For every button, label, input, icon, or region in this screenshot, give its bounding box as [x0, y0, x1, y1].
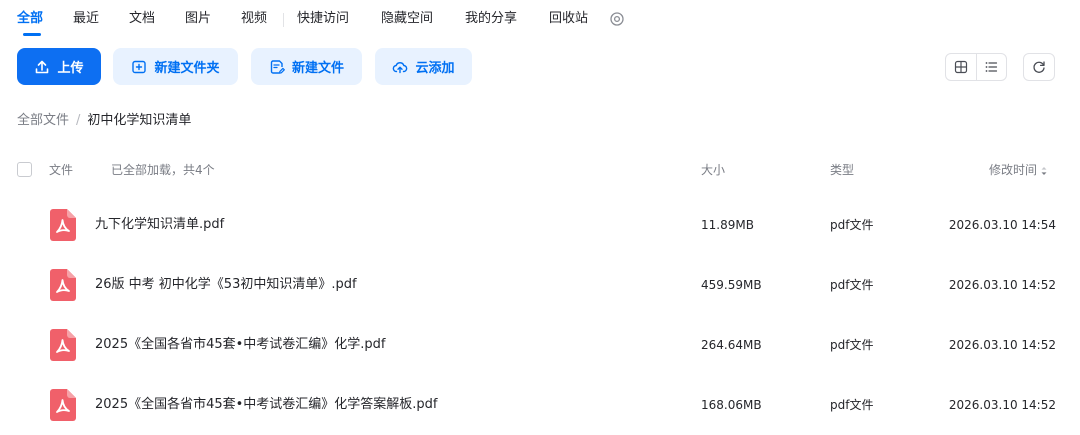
file-type: pdf文件 — [830, 398, 874, 412]
pdf-file-icon — [50, 389, 76, 421]
breadcrumb: 全部文件 / 初中化学知识清单 — [17, 111, 191, 131]
pdf-file-icon — [50, 329, 76, 361]
new-file-button[interactable]: 新建文件 — [251, 48, 362, 85]
upload-icon — [36, 60, 49, 73]
file-type: pdf文件 — [830, 338, 874, 352]
tab-documents[interactable]: 文档 — [129, 9, 155, 29]
grid-view-button[interactable] — [946, 54, 976, 80]
new-file-label: 新建文件 — [291, 61, 344, 76]
file-edit-icon — [270, 59, 285, 74]
category-tabs: 全部 最近 文档 图片 视频 快捷访问 隐藏空间 我的分享 回收站 — [0, 0, 1080, 40]
table-row[interactable]: 2025《全国各省市45套•中考试卷汇编》化学.pdf 264.64MB pdf… — [0, 315, 1080, 375]
file-modified: 2026.03.10 14:52 — [948, 278, 1056, 292]
tab-divider — [283, 13, 284, 27]
new-folder-label: 新建文件夹 — [154, 61, 220, 76]
tab-recycle-bin[interactable]: 回收站 — [549, 9, 588, 29]
table-row[interactable]: 2025《全国各省市45套•中考试卷汇编》化学答案解板.pdf 168.06MB… — [0, 375, 1080, 435]
table-row[interactable]: 九下化学知识清单.pdf 11.89MB pdf文件 2026.03.10 14… — [0, 195, 1080, 255]
file-modified: 2026.03.10 14:54 — [948, 218, 1056, 232]
header-name[interactable]: 文件 — [49, 162, 73, 178]
file-size: 459.59MB — [701, 278, 762, 292]
sort-desc-icon — [1041, 166, 1047, 175]
file-type: pdf文件 — [830, 278, 874, 292]
header-modified[interactable]: 修改时间 — [989, 162, 1047, 178]
cloud-upload-icon — [393, 61, 408, 73]
file-name[interactable]: 九下化学知识清单.pdf — [95, 215, 224, 235]
table-row[interactable]: 26版 中考 初中化学《53初中知识清单》.pdf 459.59MB pdf文件… — [0, 255, 1080, 315]
active-tab-indicator — [23, 33, 41, 36]
folder-plus-icon — [132, 60, 147, 73]
view-mode-toggle — [945, 53, 1007, 81]
upload-label: 上传 — [57, 61, 84, 76]
upload-button[interactable]: 上传 — [17, 48, 101, 85]
load-status: 已全部加载，共4个 — [111, 163, 215, 177]
file-manager: 全部 最近 文档 图片 视频 快捷访问 隐藏空间 我的分享 回收站 上传 新建文… — [0, 0, 1080, 435]
file-name[interactable]: 2025《全国各省市45套•中考试卷汇编》化学.pdf — [95, 335, 386, 355]
tab-videos[interactable]: 视频 — [241, 9, 267, 29]
refresh-button[interactable] — [1023, 53, 1055, 81]
tab-recent[interactable]: 最近 — [73, 9, 99, 29]
table-header: 文件 已全部加载，共4个 大小 类型 修改时间 — [0, 156, 1080, 184]
refresh-icon — [1033, 61, 1045, 73]
tab-hidden-space[interactable]: 隐藏空间 — [381, 9, 433, 29]
list-view-button[interactable] — [975, 54, 1007, 80]
file-size: 168.06MB — [701, 398, 762, 412]
pdf-file-icon — [50, 269, 76, 301]
settings-circle-icon[interactable] — [609, 11, 625, 27]
new-folder-button[interactable]: 新建文件夹 — [113, 48, 238, 85]
pdf-file-icon — [50, 209, 76, 241]
file-type: pdf文件 — [830, 218, 874, 232]
tab-quick-access[interactable]: 快捷访问 — [297, 9, 349, 29]
tab-images[interactable]: 图片 — [185, 9, 211, 29]
file-modified: 2026.03.10 14:52 — [948, 398, 1056, 412]
header-size[interactable]: 大小 — [701, 162, 725, 178]
tab-all[interactable]: 全部 — [17, 9, 43, 29]
file-size: 11.89MB — [701, 218, 754, 232]
breadcrumb-root[interactable]: 全部文件 — [17, 113, 69, 128]
cloud-add-label: 云添加 — [415, 61, 455, 76]
breadcrumb-current: 初中化学知识清单 — [87, 113, 192, 128]
header-type[interactable]: 类型 — [830, 162, 854, 178]
breadcrumb-separator: / — [76, 113, 81, 128]
list-view-icon — [985, 62, 998, 72]
cloud-add-button[interactable]: 云添加 — [375, 48, 472, 85]
tab-my-shares[interactable]: 我的分享 — [465, 9, 517, 29]
header-modified-label: 修改时间 — [988, 163, 1037, 177]
file-name[interactable]: 26版 中考 初中化学《53初中知识清单》.pdf — [95, 275, 357, 295]
file-modified: 2026.03.10 14:52 — [948, 338, 1056, 352]
grid-view-icon — [954, 60, 967, 74]
file-size: 264.64MB — [701, 338, 762, 352]
file-name[interactable]: 2025《全国各省市45套•中考试卷汇编》化学答案解板.pdf — [95, 395, 438, 415]
